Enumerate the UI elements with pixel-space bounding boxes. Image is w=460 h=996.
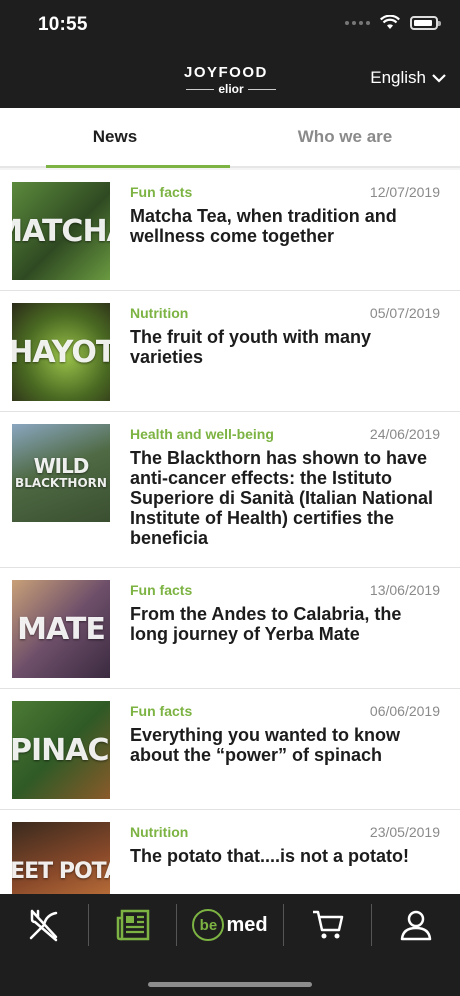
nav-profile[interactable] xyxy=(372,894,460,956)
news-item[interactable]: MATCHA Fun facts 12/07/2019 Matcha Tea, … xyxy=(0,170,460,291)
news-title: The Blackthorn has shown to have anti-ca… xyxy=(130,448,434,548)
news-date: 06/06/2019 xyxy=(369,703,440,719)
news-item[interactable]: MATE Fun facts 13/06/2019 From the Andes… xyxy=(0,568,460,689)
news-thumbnail: MATCHA xyxy=(12,182,110,280)
news-title: Matcha Tea, when tradition and wellness … xyxy=(130,206,397,246)
news-thumbnail: SWEET POTATO xyxy=(12,822,110,894)
news-thumbnail: MATE xyxy=(12,580,110,678)
nav-bemed[interactable]: be med xyxy=(177,894,283,956)
news-item[interactable]: WILD BLACKTHORN Health and well-being 24/… xyxy=(0,412,460,568)
bottom-nav: be med xyxy=(0,894,460,996)
news-item[interactable]: SPINACH Fun facts 06/06/2019 Everything … xyxy=(0,689,460,810)
news-title: Everything you wanted to know about the … xyxy=(130,725,401,765)
news-date: 23/05/2019 xyxy=(369,824,440,840)
logo-sub-text: elior xyxy=(218,82,244,96)
tab-who-we-are[interactable]: Who we are xyxy=(230,108,460,166)
news-date: 05/07/2019 xyxy=(369,305,440,321)
bemed-logo: be med xyxy=(192,909,268,941)
news-thumbnail: SPINACH xyxy=(12,701,110,799)
chevron-down-icon xyxy=(432,74,446,83)
nav-cart[interactable] xyxy=(284,894,371,956)
news-title: The fruit of youth with many varieties xyxy=(130,327,371,367)
status-time: 10:55 xyxy=(38,14,88,35)
news-item[interactable]: CHAYOTE Nutrition 05/07/2019 The fruit o… xyxy=(0,291,460,412)
wifi-icon xyxy=(380,15,400,29)
tab-bar: News Who we are xyxy=(0,108,460,168)
news-date: 24/06/2019 xyxy=(369,426,440,442)
news-title: From the Andes to Calabria, the long jou… xyxy=(130,604,402,644)
news-title: The potato that....is not a potato! xyxy=(130,846,409,866)
news-category: Fun facts xyxy=(130,184,193,200)
news-date: 12/07/2019 xyxy=(369,184,440,200)
battery-icon xyxy=(410,15,441,30)
language-selector[interactable]: English xyxy=(370,68,446,88)
news-thumbnail: WILD BLACKTHORN xyxy=(12,424,110,522)
app-header: 10:55 JOYFOOD elior English xyxy=(0,0,460,108)
tab-news[interactable]: News xyxy=(0,108,230,168)
news-category: Nutrition xyxy=(130,824,189,840)
news-category: Nutrition xyxy=(130,305,189,321)
cart-icon xyxy=(312,910,343,939)
news-thumbnail: CHAYOTE xyxy=(12,303,110,401)
joyfood-logo: JOYFOOD elior xyxy=(180,64,280,98)
nav-restaurant[interactable] xyxy=(0,894,88,956)
news-category: Health and well-being xyxy=(130,426,274,442)
fork-knife-icon xyxy=(29,909,58,942)
home-indicator xyxy=(148,982,312,987)
logo-main-text: JOYFOOD xyxy=(184,64,268,81)
status-icons xyxy=(345,15,441,30)
news-item[interactable]: SWEET POTATO Nutrition 23/05/2019 The po… xyxy=(0,810,460,894)
news-list: MATCHA Fun facts 12/07/2019 Matcha Tea, … xyxy=(0,170,460,894)
nav-news[interactable] xyxy=(89,894,176,956)
news-category: Fun facts xyxy=(130,582,193,598)
news-date: 13/06/2019 xyxy=(369,582,440,598)
signal-icon xyxy=(345,20,370,25)
news-category: Fun facts xyxy=(130,703,193,719)
user-icon xyxy=(400,910,432,941)
newspaper-icon xyxy=(116,909,149,941)
language-label: English xyxy=(370,68,426,87)
